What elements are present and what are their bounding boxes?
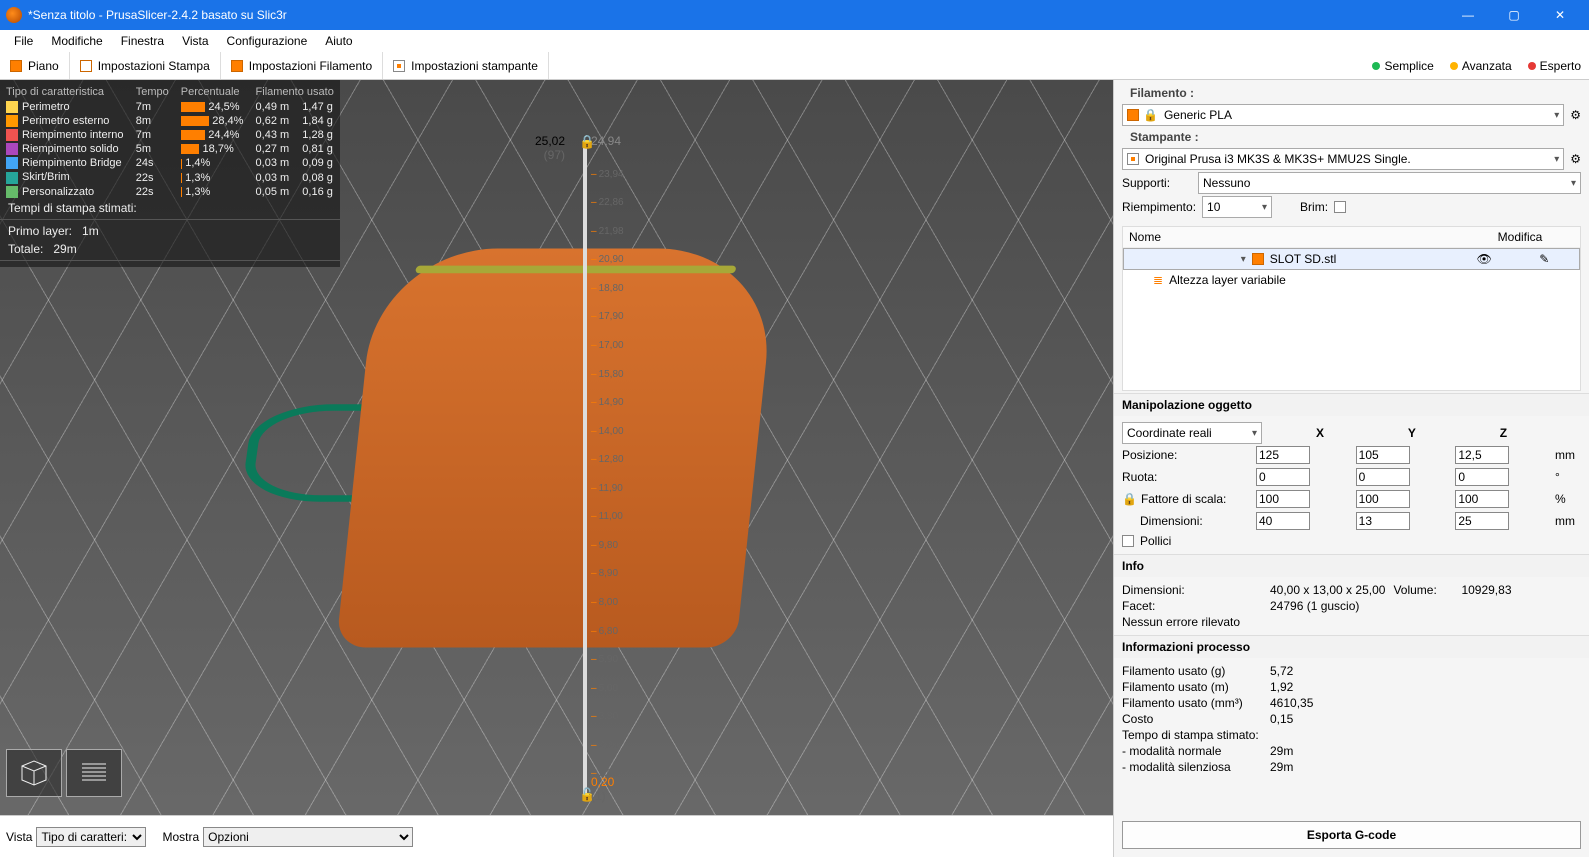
menu-file[interactable]: File	[6, 32, 41, 50]
infill-select[interactable]: 10▾	[1202, 196, 1272, 218]
maximize-button[interactable]: ▢	[1491, 0, 1537, 30]
dot-red-icon	[1528, 62, 1536, 70]
supports-label: Supporti:	[1122, 176, 1192, 190]
edit-icon[interactable]: ✎	[1539, 252, 1549, 266]
rot-y-input[interactable]	[1356, 468, 1410, 486]
view-controls	[6, 749, 122, 797]
vista-select[interactable]: Tipo di caratteri:	[36, 827, 146, 847]
scale-x-input[interactable]	[1256, 490, 1310, 508]
process-heading: Informazioni processo	[1114, 635, 1589, 658]
supports-select[interactable]: Nessuno▾	[1198, 172, 1581, 194]
slider-top-value: 25,02	[535, 134, 565, 148]
model-body	[336, 248, 778, 647]
filament-select[interactable]: 🔒 Generic PLA ▾	[1122, 104, 1564, 126]
window-title: *Senza titolo - PrusaSlicer-2.4.2 basato…	[28, 8, 1445, 22]
mode-simple[interactable]: Semplice	[1364, 52, 1441, 79]
menu-help[interactable]: Aiuto	[317, 32, 360, 50]
menu-window[interactable]: Finestra	[113, 32, 172, 50]
pos-x-input[interactable]	[1256, 446, 1310, 464]
object-icon	[1252, 253, 1264, 265]
mode-advanced[interactable]: Avanzata	[1442, 52, 1520, 79]
menu-view[interactable]: Vista	[174, 32, 216, 50]
printer-select[interactable]: Original Prusa i3 MK3S & MK3S+ MMU2S Sin…	[1122, 148, 1564, 170]
info-heading: Info	[1114, 554, 1589, 577]
3d-viewport[interactable]: Tipo di caratteristica Tempo Percentuale…	[0, 80, 1113, 857]
layer-slider[interactable]: 25,02 (97) 24,94 🔒 23,9422,8621,9820,901…	[569, 140, 613, 797]
dot-green-icon	[1372, 62, 1380, 70]
tab-print-settings[interactable]: Impostazioni Stampa	[70, 52, 221, 79]
lock-scale-icon[interactable]: 🔒	[1122, 492, 1137, 506]
view-3d-button[interactable]	[6, 749, 62, 797]
dim-y-input[interactable]	[1356, 512, 1410, 530]
legend-panel: Tipo di caratteristica Tempo Percentuale…	[0, 80, 340, 267]
object-list: NomeModifica ▾ SLOT SD.stl 👁 ✎ ≣ Altezza…	[1122, 226, 1581, 391]
slider-bottom-layer: (1)	[591, 789, 614, 803]
printer-label: Stampante :	[1122, 128, 1581, 146]
tab-filament-settings[interactable]: Impostazioni Filamento	[221, 52, 383, 79]
mode-expert[interactable]: Esperto	[1520, 52, 1589, 79]
spool-icon	[231, 60, 243, 72]
layers-icon	[80, 60, 92, 72]
dot-yellow-icon	[1450, 62, 1458, 70]
minimize-button[interactable]: —	[1445, 0, 1491, 30]
app-icon	[6, 7, 22, 23]
inches-checkbox[interactable]	[1122, 535, 1134, 547]
tabbar: Piano Impostazioni Stampa Impostazioni F…	[0, 52, 1589, 80]
plater-icon	[10, 60, 22, 72]
bottom-bar: Vista Tipo di caratteri: Mostra Opzioni	[0, 815, 1113, 857]
object-row[interactable]: ▾ SLOT SD.stl 👁 ✎	[1123, 248, 1580, 270]
export-gcode-button[interactable]: Esporta G-code	[1122, 821, 1581, 849]
mostra-label: Mostra	[162, 830, 199, 844]
layers-var-icon: ≣	[1153, 273, 1163, 287]
coordinates-select[interactable]: Coordinate reali▾	[1122, 422, 1262, 444]
filament-label: Filamento :	[1122, 84, 1581, 102]
rot-x-input[interactable]	[1256, 468, 1310, 486]
menu-edit[interactable]: Modifiche	[43, 32, 110, 50]
printer-select-icon	[1127, 153, 1139, 165]
dim-z-input[interactable]	[1455, 512, 1509, 530]
brim-checkbox[interactable]	[1334, 201, 1346, 213]
model-preview	[357, 238, 757, 658]
slider-bottom-value: 0,20	[591, 775, 614, 789]
view-layers-button[interactable]	[66, 749, 122, 797]
filament-color-icon	[1127, 109, 1139, 121]
menubar: File Modifiche Finestra Vista Configuraz…	[0, 30, 1589, 52]
tab-printer-settings[interactable]: Impostazioni stampante	[383, 52, 549, 79]
pos-y-input[interactable]	[1356, 446, 1410, 464]
close-button[interactable]: ✕	[1537, 0, 1583, 30]
right-panel: Filamento : 🔒 Generic PLA ▾ ⚙ Stampante …	[1113, 80, 1589, 857]
manipulation-heading: Manipolazione oggetto	[1114, 393, 1589, 416]
pos-z-input[interactable]	[1455, 446, 1509, 464]
titlebar: *Senza titolo - PrusaSlicer-2.4.2 basato…	[0, 0, 1589, 30]
vista-label: Vista	[6, 830, 32, 844]
printer-edit-icon[interactable]: ⚙	[1570, 152, 1581, 166]
slider-top-layer: (97)	[535, 148, 565, 162]
object-child-row[interactable]: ≣ Altezza layer variabile	[1123, 270, 1580, 290]
mostra-select[interactable]: Opzioni	[203, 827, 413, 847]
chevron-down-icon: ▾	[1241, 254, 1246, 265]
printer-icon	[393, 60, 405, 72]
legend-est-label: Tempi di stampa stimati:	[0, 199, 340, 217]
dim-x-input[interactable]	[1256, 512, 1310, 530]
brim-label: Brim:	[1300, 200, 1328, 214]
tab-plater[interactable]: Piano	[0, 52, 70, 79]
scale-z-input[interactable]	[1455, 490, 1509, 508]
menu-config[interactable]: Configurazione	[219, 32, 316, 50]
infill-label: Riempimento:	[1122, 200, 1196, 214]
scale-y-input[interactable]	[1356, 490, 1410, 508]
rot-z-input[interactable]	[1455, 468, 1509, 486]
filament-edit-icon[interactable]: ⚙	[1570, 108, 1581, 122]
visibility-icon[interactable]: 👁	[1477, 252, 1492, 266]
